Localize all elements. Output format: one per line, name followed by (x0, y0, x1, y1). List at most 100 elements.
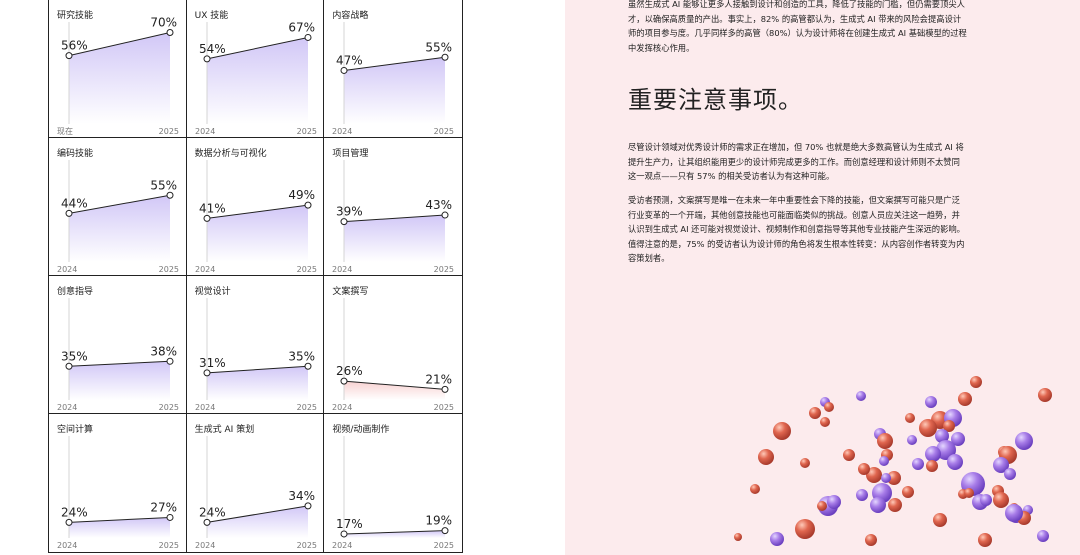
x-tick-label: 2024 (57, 541, 77, 550)
red-sphere (809, 407, 821, 419)
start-point (203, 369, 211, 377)
area-fill (69, 361, 170, 400)
purple-sphere (1005, 504, 1023, 522)
x-tick-label: 2025 (296, 541, 316, 550)
line-chart: 17% 19% 2024 2025 (332, 436, 454, 550)
x-tick-label: 2025 (434, 265, 454, 274)
x-tick-label: 2024 (195, 127, 215, 136)
text-panel: 虽然生成式 AI 能够让更多人接触到设计和创造的工具，降低了技能的门槛，但仍需要… (565, 0, 1080, 555)
x-tick-label: 2025 (159, 403, 179, 412)
red-sphere (933, 513, 947, 527)
x-tick-label: 2024 (332, 403, 352, 412)
purple-sphere (980, 494, 992, 506)
start-value-label: 39% (336, 205, 363, 219)
x-tick-label: 2025 (434, 541, 454, 550)
start-value-label: 35% (61, 349, 88, 363)
end-point (441, 527, 449, 535)
chart-cell: 文案撰写 26% 21% 2024 2025 (324, 276, 462, 414)
red-sphere (820, 417, 830, 427)
end-value-label: 21% (426, 372, 453, 386)
end-value-label: 70% (150, 16, 177, 30)
chart-cell: 视觉设计 31% 35% 2024 2025 (186, 276, 325, 414)
x-tick-label: 2024 (57, 265, 77, 274)
end-point (304, 362, 312, 370)
end-point (441, 53, 449, 61)
area-fill (344, 215, 446, 262)
line-chart: 31% 35% 2024 2025 (195, 298, 317, 412)
x-tick-label: 2024 (332, 265, 352, 274)
purple-sphere (856, 391, 866, 401)
end-value-label: 67% (288, 20, 315, 34)
end-point (166, 513, 174, 521)
start-point (340, 377, 348, 385)
line-chart: 39% 43% 2024 2025 (332, 160, 454, 274)
purple-sphere (925, 396, 937, 408)
purple-sphere (907, 435, 917, 445)
red-sphere (843, 449, 855, 461)
x-tick-label: 2024 (195, 403, 215, 412)
x-tick-label: 2025 (296, 127, 316, 136)
red-sphere (888, 498, 902, 512)
end-value-label: 34% (288, 489, 315, 503)
end-point (441, 385, 449, 393)
purple-sphere (947, 454, 963, 470)
line-chart: 54% 67% 2024 2025 (195, 20, 317, 136)
purple-sphere (912, 458, 924, 470)
red-sphere (758, 449, 774, 465)
end-point (304, 33, 312, 41)
start-value-label: 24% (61, 505, 88, 519)
end-value-label: 43% (426, 198, 453, 212)
x-tick-label: 2025 (296, 265, 316, 274)
line-chart: 24% 34% 2024 2025 (195, 436, 317, 550)
start-point (340, 218, 348, 226)
red-sphere (750, 484, 760, 494)
red-sphere (964, 488, 974, 498)
x-tick-label: 现在 (57, 126, 73, 136)
start-value-label: 44% (61, 196, 88, 210)
end-value-label: 27% (150, 500, 177, 514)
chart-cell: 内容战略 47% 55% 2024 2025 (324, 0, 462, 138)
start-point (65, 209, 73, 217)
end-value-label: 19% (426, 514, 453, 528)
end-value-label: 55% (426, 40, 453, 54)
chart-cell: 数据分析与可视化 41% 49% 2024 2025 (186, 138, 325, 276)
area-fill (206, 366, 308, 400)
red-sphere (817, 501, 827, 511)
chart-cell: 空间计算 24% 27% 2024 2025 (49, 414, 187, 552)
red-sphere (926, 460, 938, 472)
end-point (166, 29, 174, 36)
red-sphere (978, 533, 992, 547)
end-point (166, 357, 174, 365)
start-value-label: 17% (336, 517, 363, 531)
line-chart: 56% 70% 现在 2025 (57, 16, 179, 137)
purple-sphere (1004, 468, 1016, 480)
red-sphere (800, 458, 810, 468)
line-chart: 24% 27% 2024 2025 (57, 436, 179, 550)
skills-chart-grid: 研究技能 56% 70% 现在 2025 UX 技能 54% 67% 2024 2025 内容战略 4… (48, 0, 463, 553)
line-chart: 35% 38% 2024 2025 (57, 298, 179, 412)
start-point (65, 52, 73, 60)
end-value-label: 55% (150, 178, 177, 192)
end-point (304, 502, 312, 510)
start-value-label: 26% (336, 364, 363, 378)
chart-cell: 生成式 AI 策划 24% 34% 2024 2025 (187, 414, 325, 552)
start-value-label: 31% (199, 356, 226, 370)
x-tick-label: 2025 (296, 403, 316, 412)
x-tick-label: 2024 (195, 265, 215, 274)
purple-sphere (870, 497, 886, 513)
red-sphere (773, 422, 791, 440)
start-value-label: 41% (199, 201, 226, 215)
chart-cell: 项目管理 39% 43% 2024 2025 (324, 138, 462, 276)
decorative-spheres (734, 376, 1052, 547)
chart-cell: UX 技能 54% 67% 2024 2025 (186, 0, 325, 138)
purple-sphere (925, 446, 941, 462)
chart-cell: 编码技能 44% 55% 2024 2025 (49, 138, 187, 276)
x-tick-label: 2025 (434, 403, 454, 412)
red-sphere (858, 463, 870, 475)
end-value-label: 35% (288, 349, 315, 363)
end-point (441, 211, 449, 219)
purple-sphere (881, 473, 891, 483)
purple-sphere (827, 495, 841, 509)
line-chart: 26% 21% 2024 2025 (332, 298, 454, 412)
red-sphere (970, 376, 982, 388)
